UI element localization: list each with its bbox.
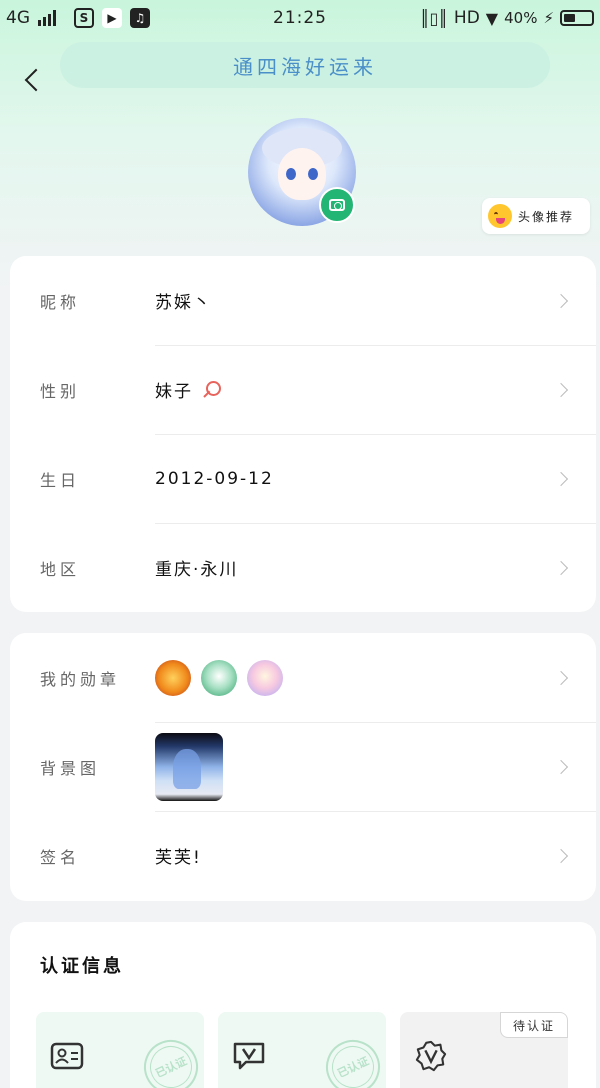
background-value (155, 732, 223, 801)
birthday-text: 2012-09-12 (155, 468, 274, 489)
region-value: 重庆·永川 (155, 555, 238, 580)
background-row[interactable]: 背景图 (10, 722, 596, 811)
gender-value: 妹子 (155, 377, 221, 402)
chevron-right-icon (553, 382, 569, 397)
background-label: 背景图 (40, 758, 101, 778)
chevron-left-icon (24, 68, 48, 92)
avatar-recommend-label: 头像推荐 (518, 209, 575, 224)
owl-badge-icon (201, 659, 237, 696)
chevron-right-icon (553, 471, 569, 486)
chevron-right-icon (553, 560, 569, 575)
chevron-right-icon (553, 848, 569, 863)
certified-stamp: 已认证 (135, 1031, 204, 1088)
signature-label: 签名 (40, 847, 81, 867)
nickname-label: 昵称 (40, 292, 81, 312)
certified-stamp: 已认证 (317, 1031, 386, 1088)
badges-row[interactable]: 我的勋章 (10, 633, 596, 722)
back-button[interactable] (18, 60, 48, 100)
v-certification-item[interactable]: 待认证 (400, 1012, 568, 1088)
wifi-icon: ▼ (485, 8, 499, 28)
gender-row[interactable]: 性别 妹子 (10, 345, 596, 434)
avatar-recommend-button[interactable]: 头像推荐 (482, 198, 590, 234)
birthday-row[interactable]: 生日 2012-09-12 (10, 434, 596, 523)
s-app-icon: S (74, 8, 94, 28)
region-row[interactable]: 地区 重庆·永川 (10, 523, 596, 612)
badges-label: 我的勋章 (40, 669, 121, 689)
change-avatar-button[interactable] (319, 187, 355, 223)
chevron-right-icon (553, 759, 569, 774)
birthday-value: 2012-09-12 (155, 469, 274, 489)
badges-list (155, 659, 283, 696)
vibrate-icon: ║▯║ (419, 8, 448, 28)
signature-text: 芙芙! (155, 848, 202, 868)
charging-icon: ⚡ (543, 9, 554, 27)
video-app-icon: ▶ (102, 8, 122, 28)
lion-badge-icon (155, 659, 191, 696)
chevron-right-icon (553, 293, 569, 308)
signature-value: 芙芙! (155, 843, 202, 868)
music-app-icon: ♫ (130, 8, 150, 28)
chevron-right-icon (553, 670, 569, 685)
v-badge-icon (415, 1040, 447, 1072)
gender-text: 妹子 (155, 382, 193, 402)
female-icon (203, 380, 221, 399)
nickname-text: 苏婇丶 (155, 293, 212, 313)
status-bar: 4G S ▶ ♫ 21:25 ║▯║ HD ▼ 40% ⚡ (0, 0, 600, 36)
camera-icon (329, 199, 345, 211)
tongue-emoji-icon (488, 204, 512, 228)
girl-badge-icon (247, 659, 283, 696)
signature-row[interactable]: 签名 芙芙! (10, 811, 596, 900)
network-type: 4G (6, 8, 30, 28)
pending-tag: 待认证 (499, 1012, 568, 1038)
id-card-icon (50, 1042, 84, 1070)
certification-card: 认证信息 已认证 已认证 待认证 (10, 922, 596, 1088)
id-certification-item[interactable]: 已认证 (36, 1012, 204, 1088)
nickname-value: 苏婇丶 (155, 288, 212, 313)
birthday-label: 生日 (40, 470, 81, 490)
video-v-icon (233, 1042, 265, 1070)
certification-title: 认证信息 (40, 956, 124, 977)
profile-card: 昵称 苏婇丶 性别 妹子 生日 2012-09-12 地区 重庆·永川 (10, 256, 596, 612)
background-thumbnail (155, 732, 223, 801)
extras-card: 我的勋章 背景图 签名 芙芙! (10, 633, 596, 901)
battery-icon (560, 10, 594, 26)
region-text: 重庆·永川 (155, 560, 239, 580)
signal-icon (38, 10, 56, 26)
nickname-row[interactable]: 昵称 苏婇丶 (10, 256, 596, 345)
hd-indicator: HD (453, 8, 480, 28)
video-certification-item[interactable]: 已认证 (218, 1012, 386, 1088)
page-title: 通四海好运来 (60, 42, 550, 88)
gender-label: 性别 (40, 381, 81, 401)
battery-percent: 40% (504, 9, 538, 27)
region-label: 地区 (40, 559, 81, 579)
